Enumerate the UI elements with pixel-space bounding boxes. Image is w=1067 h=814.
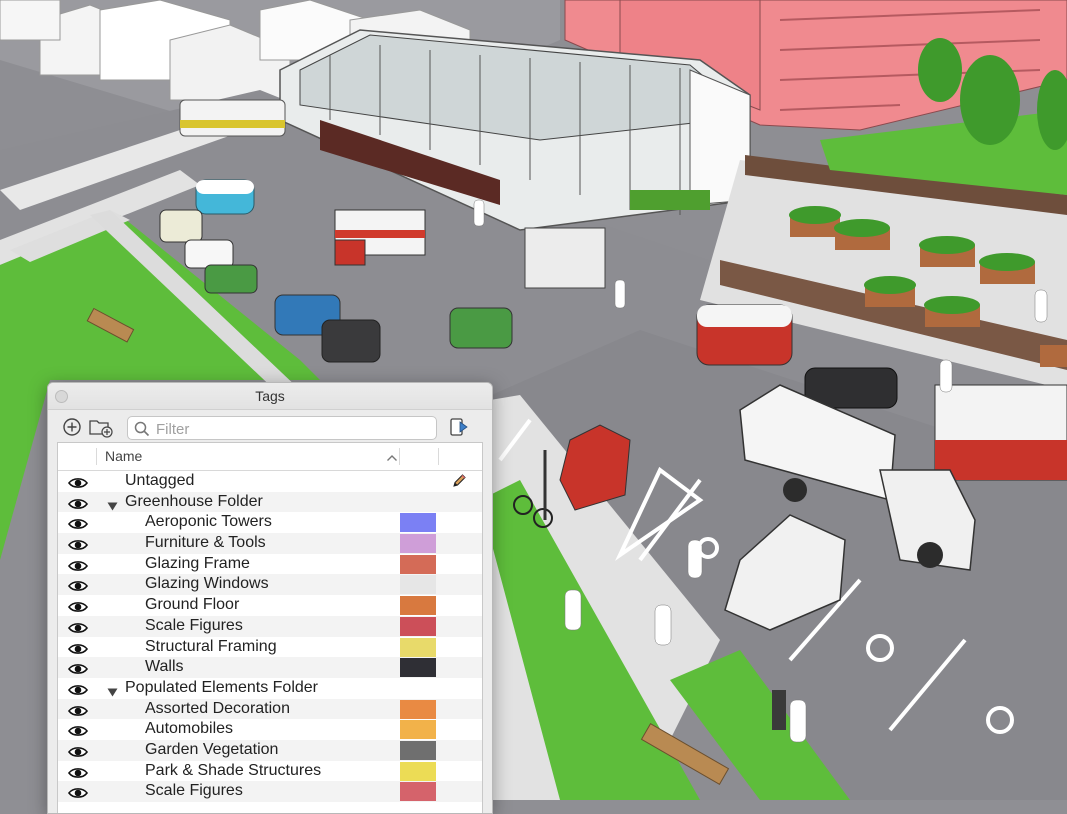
tag-row[interactable]: Glazing Frame	[58, 554, 482, 575]
tag-row[interactable]: Aeroponic Towers	[58, 512, 482, 533]
tag-name[interactable]: Populated Elements Folder	[125, 679, 318, 697]
color-swatch[interactable]	[400, 513, 436, 533]
color-swatch[interactable]	[400, 616, 436, 636]
color-swatch[interactable]	[400, 637, 436, 657]
color-swatch[interactable]	[400, 554, 436, 574]
color-swatch[interactable]	[400, 575, 436, 595]
tag-name[interactable]: Structural Framing	[145, 638, 277, 656]
panel-toolbar	[48, 410, 492, 444]
column-header: Name	[58, 443, 482, 471]
add-folder-icon[interactable]	[88, 416, 114, 438]
color-swatch[interactable]	[400, 782, 436, 802]
tag-name[interactable]: Aeroponic Towers	[145, 513, 272, 531]
tag-name[interactable]: Scale Figures	[145, 617, 243, 635]
panel-titlebar[interactable]: Tags	[48, 383, 492, 410]
tag-row[interactable]: Walls	[58, 657, 482, 678]
tag-row[interactable]: Furniture & Tools	[58, 533, 482, 554]
details-toggle-icon[interactable]	[448, 416, 470, 438]
tag-rows: Untagged Greenhouse Folder Aeroponic Tower…	[58, 471, 482, 802]
tag-row[interactable]: Scale Figures	[58, 615, 482, 637]
tag-row[interactable]: Scale Figures	[58, 781, 482, 802]
tag-name[interactable]: Greenhouse Folder	[125, 493, 263, 511]
tag-row[interactable]: Assorted Decoration	[58, 698, 482, 720]
tag-row[interactable]: Garden Vegetation	[58, 739, 482, 761]
color-swatch[interactable]	[400, 761, 436, 781]
color-swatch[interactable]	[400, 740, 436, 760]
color-swatch[interactable]	[400, 596, 436, 616]
add-tag-icon[interactable]	[61, 416, 83, 438]
column-name-header[interactable]: Name	[105, 448, 142, 464]
eye-icon[interactable]	[68, 786, 88, 804]
tag-name[interactable]: Ground Floor	[145, 596, 239, 614]
color-swatch[interactable]	[400, 720, 436, 740]
tag-row[interactable]: Structural Framing	[58, 637, 482, 658]
filter-input[interactable]	[154, 419, 428, 439]
tag-row[interactable]: Automobiles	[58, 719, 482, 740]
tag-name[interactable]: Automobiles	[145, 720, 233, 738]
tag-row[interactable]: Untagged	[58, 471, 482, 492]
filter-field[interactable]	[127, 416, 437, 440]
tag-name[interactable]: Glazing Frame	[145, 555, 250, 573]
sort-ascending-icon[interactable]	[386, 450, 398, 468]
tag-name[interactable]: Park & Shade Structures	[145, 762, 321, 780]
search-icon	[134, 421, 150, 437]
panel-title: Tags	[255, 388, 285, 404]
color-swatch[interactable]	[400, 658, 436, 678]
tag-row[interactable]: Ground Floor	[58, 595, 482, 616]
tag-name[interactable]: Furniture & Tools	[145, 534, 266, 552]
tag-name[interactable]: Scale Figures	[145, 782, 243, 800]
folder-row[interactable]: Greenhouse Folder	[58, 491, 482, 513]
tags-list: Name Untagged Greenhouse Folder Aeroponic …	[57, 442, 483, 813]
tag-row[interactable]: Glazing Windows	[58, 574, 482, 596]
tag-name[interactable]: Walls	[145, 658, 184, 676]
tag-name[interactable]: Garden Vegetation	[145, 741, 278, 759]
color-swatch[interactable]	[400, 699, 436, 719]
tag-row[interactable]: Park & Shade Structures	[58, 761, 482, 782]
tag-name[interactable]: Glazing Windows	[145, 575, 269, 593]
color-swatch[interactable]	[400, 534, 436, 554]
tag-name[interactable]: Assorted Decoration	[145, 700, 290, 718]
tag-name[interactable]: Untagged	[125, 472, 194, 490]
tags-panel: Tags Name Untagged Greenhouse Folder Aerop…	[47, 382, 493, 814]
folder-row[interactable]: Populated Elements Folder	[58, 678, 482, 699]
